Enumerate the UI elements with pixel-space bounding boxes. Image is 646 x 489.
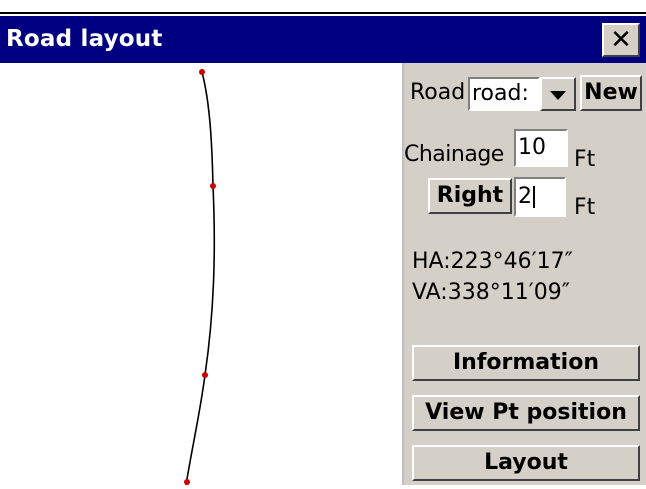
new-road-button[interactable]: New	[580, 75, 642, 111]
text-cursor	[533, 186, 535, 208]
control-panel: Road road: New Chainage 10 Ft Right 2 Ft…	[402, 63, 646, 485]
road-alignment-plot	[184, 69, 216, 486]
close-button[interactable]: ✕	[602, 23, 640, 57]
road-layout-canvas[interactable]	[0, 63, 402, 486]
offset-side-button[interactable]: Right	[428, 178, 512, 214]
close-icon: ✕	[610, 25, 632, 55]
layout-button[interactable]: Layout	[412, 445, 640, 481]
view-pt-position-button[interactable]: View Pt position	[412, 395, 640, 431]
offset-unit: Ft	[574, 195, 596, 220]
offset-input[interactable]: 2	[514, 177, 566, 217]
road-centerline	[185, 71, 216, 486]
chainage-label: Chainage	[404, 142, 504, 167]
offset-input-value: 2	[518, 184, 532, 209]
chainage-unit: Ft	[574, 147, 596, 172]
station-point[interactable]	[202, 372, 208, 378]
chevron-down-icon[interactable]	[540, 77, 576, 111]
window-title: Road layout	[6, 26, 163, 52]
road-select[interactable]: road:	[468, 77, 540, 111]
va-readout: VA:338°11′09″	[412, 280, 570, 305]
title-bar: Road layout ✕	[0, 16, 646, 63]
information-button[interactable]: Information	[412, 345, 640, 381]
chainage-input-value: 10	[518, 135, 546, 160]
station-point[interactable]	[184, 479, 190, 485]
station-point[interactable]	[210, 183, 216, 189]
road-select-value: road:	[472, 81, 529, 106]
ha-readout: HA:223°46′17″	[412, 249, 573, 274]
station-point[interactable]	[199, 69, 205, 75]
road-label: Road	[410, 80, 466, 105]
window-top-edge	[0, 0, 646, 14]
chainage-input[interactable]: 10	[514, 129, 568, 167]
